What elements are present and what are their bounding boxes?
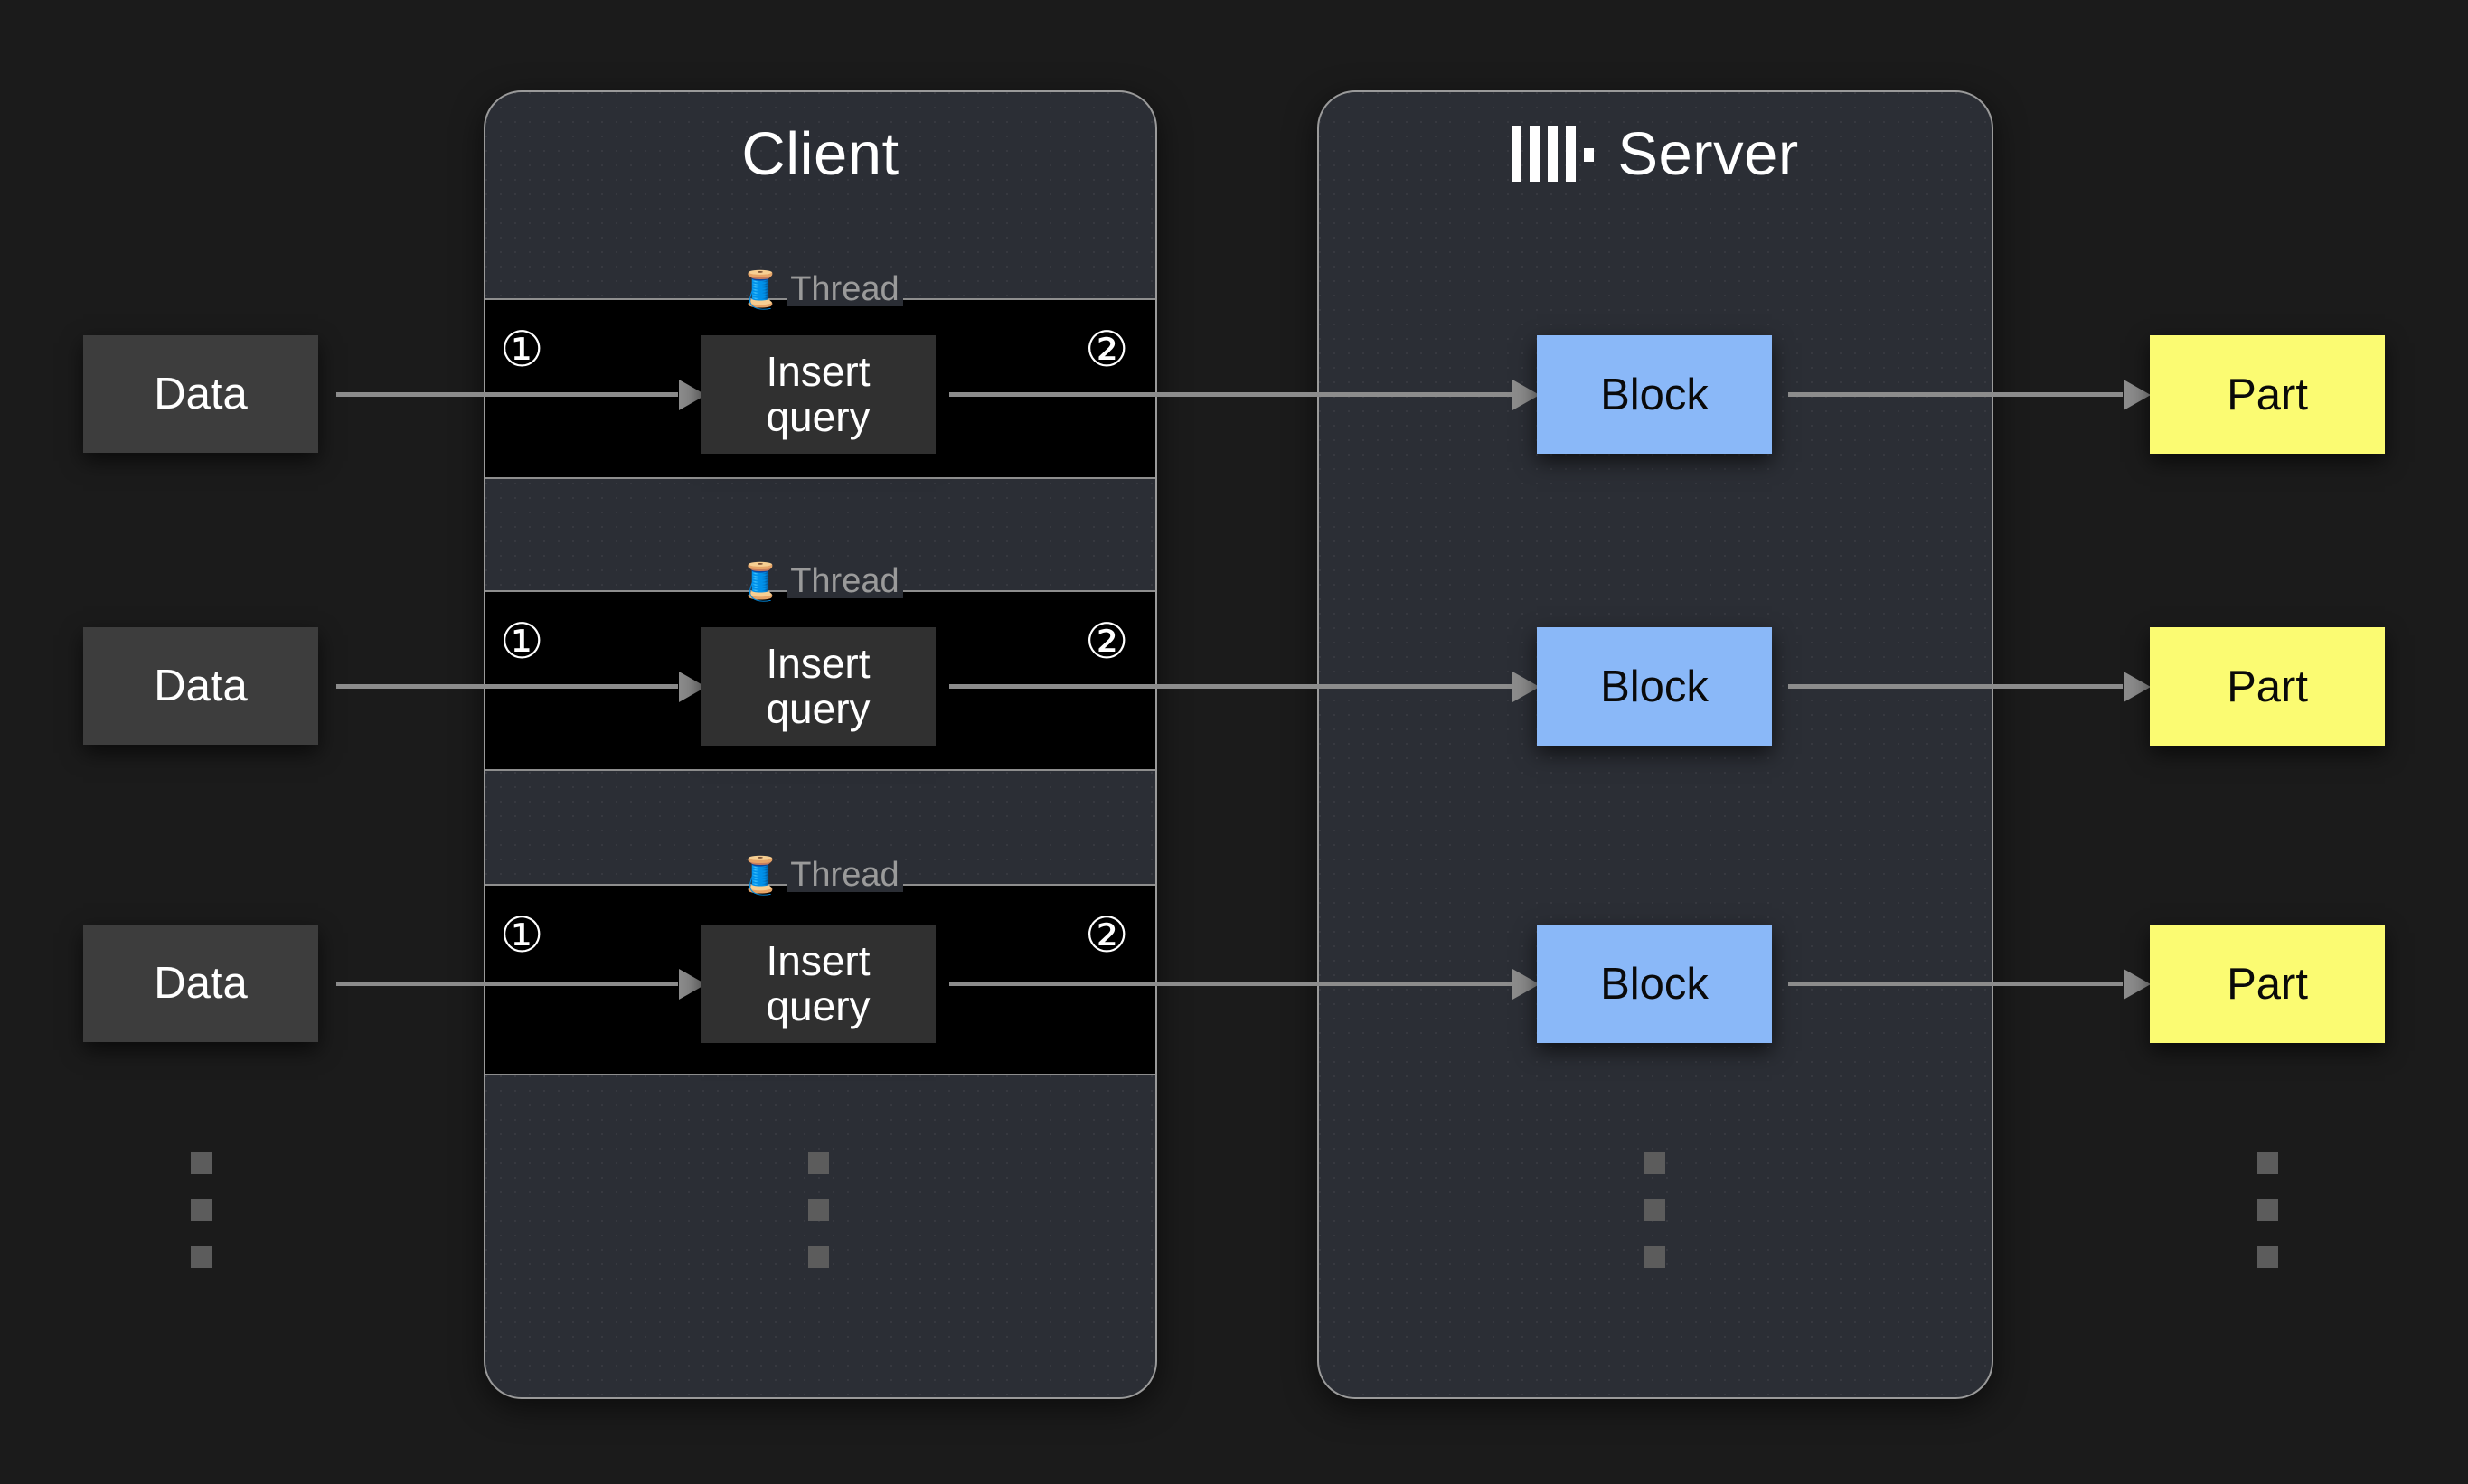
arrow-block-to-part-3 (1788, 982, 2123, 986)
ellipsis-dot (1644, 1152, 1665, 1174)
step-marker-1-in: ① (500, 325, 543, 374)
block-box-3-label: Block (1600, 959, 1709, 1010)
insert-query-box-1: Insert query (701, 335, 936, 454)
data-box-3-label: Data (154, 958, 248, 1009)
block-box-3: Block (1537, 925, 1772, 1043)
ellipsis-dot (2257, 1199, 2278, 1221)
part-box-1-label: Part (2227, 370, 2308, 420)
insert-query-box-1-line1: Insert (766, 350, 870, 395)
step-marker-1-out: ② (1085, 325, 1128, 374)
ellipsis-dot (191, 1246, 212, 1268)
block-box-1: Block (1537, 335, 1772, 454)
ellipsis-server-column (1644, 1152, 1665, 1268)
ellipsis-dot (808, 1199, 829, 1221)
insert-query-box-1-line2: query (766, 395, 870, 440)
block-box-1-label: Block (1600, 370, 1709, 420)
ellipsis-dot (191, 1199, 212, 1221)
ellipsis-dot (2257, 1152, 2278, 1174)
part-box-3: Part (2150, 925, 2385, 1043)
arrow-data-to-insert-1 (336, 392, 678, 397)
insert-query-box-2-line2: query (766, 687, 870, 732)
block-box-2: Block (1537, 627, 1772, 746)
part-box-2-label: Part (2227, 662, 2308, 712)
step-marker-3-in: ① (500, 911, 543, 960)
arrow-insert-to-block-1 (949, 392, 1512, 397)
data-box-1: Data (83, 335, 318, 453)
arrow-block-to-part-1 (1788, 392, 2123, 397)
clickhouse-logo-icon (1512, 126, 1594, 182)
step-marker-3-out: ② (1085, 911, 1128, 960)
server-panel-title: Server (1319, 121, 1992, 195)
ellipsis-dot (191, 1152, 212, 1174)
ellipsis-dot (2257, 1246, 2278, 1268)
data-box-3: Data (83, 925, 318, 1042)
step-marker-2-in: ① (500, 617, 543, 666)
arrow-insert-to-block-2 (949, 684, 1512, 689)
insert-query-box-3: Insert query (701, 925, 936, 1043)
data-box-2-label: Data (154, 661, 248, 711)
part-box-3-label: Part (2227, 959, 2308, 1010)
server-title-text: Server (1617, 121, 1798, 188)
arrow-data-to-insert-2 (336, 684, 678, 689)
ellipsis-client-column (808, 1152, 829, 1268)
diagram-canvas: Client Server 🧵 Thread ① (0, 0, 2468, 1484)
ellipsis-dot (808, 1246, 829, 1268)
arrow-data-to-insert-3 (336, 982, 678, 986)
ellipsis-data-column (191, 1152, 212, 1268)
insert-query-box-3-line1: Insert (766, 939, 870, 984)
arrow-block-to-part-2 (1788, 684, 2123, 689)
ellipsis-dot (1644, 1246, 1665, 1268)
block-box-2-label: Block (1600, 662, 1709, 712)
data-box-2: Data (83, 627, 318, 745)
step-marker-2-out: ② (1085, 617, 1128, 666)
arrow-insert-to-block-3 (949, 982, 1512, 986)
insert-query-box-2-line1: Insert (766, 642, 870, 687)
client-panel-title: Client (485, 121, 1155, 188)
ellipsis-part-column (2257, 1152, 2278, 1268)
insert-query-box-2: Insert query (701, 627, 936, 746)
ellipsis-dot (808, 1152, 829, 1174)
ellipsis-dot (1644, 1199, 1665, 1221)
part-box-2: Part (2150, 627, 2385, 746)
insert-query-box-3-line2: query (766, 984, 870, 1029)
data-box-1-label: Data (154, 369, 248, 419)
part-box-1: Part (2150, 335, 2385, 454)
client-title-text: Client (741, 120, 899, 188)
